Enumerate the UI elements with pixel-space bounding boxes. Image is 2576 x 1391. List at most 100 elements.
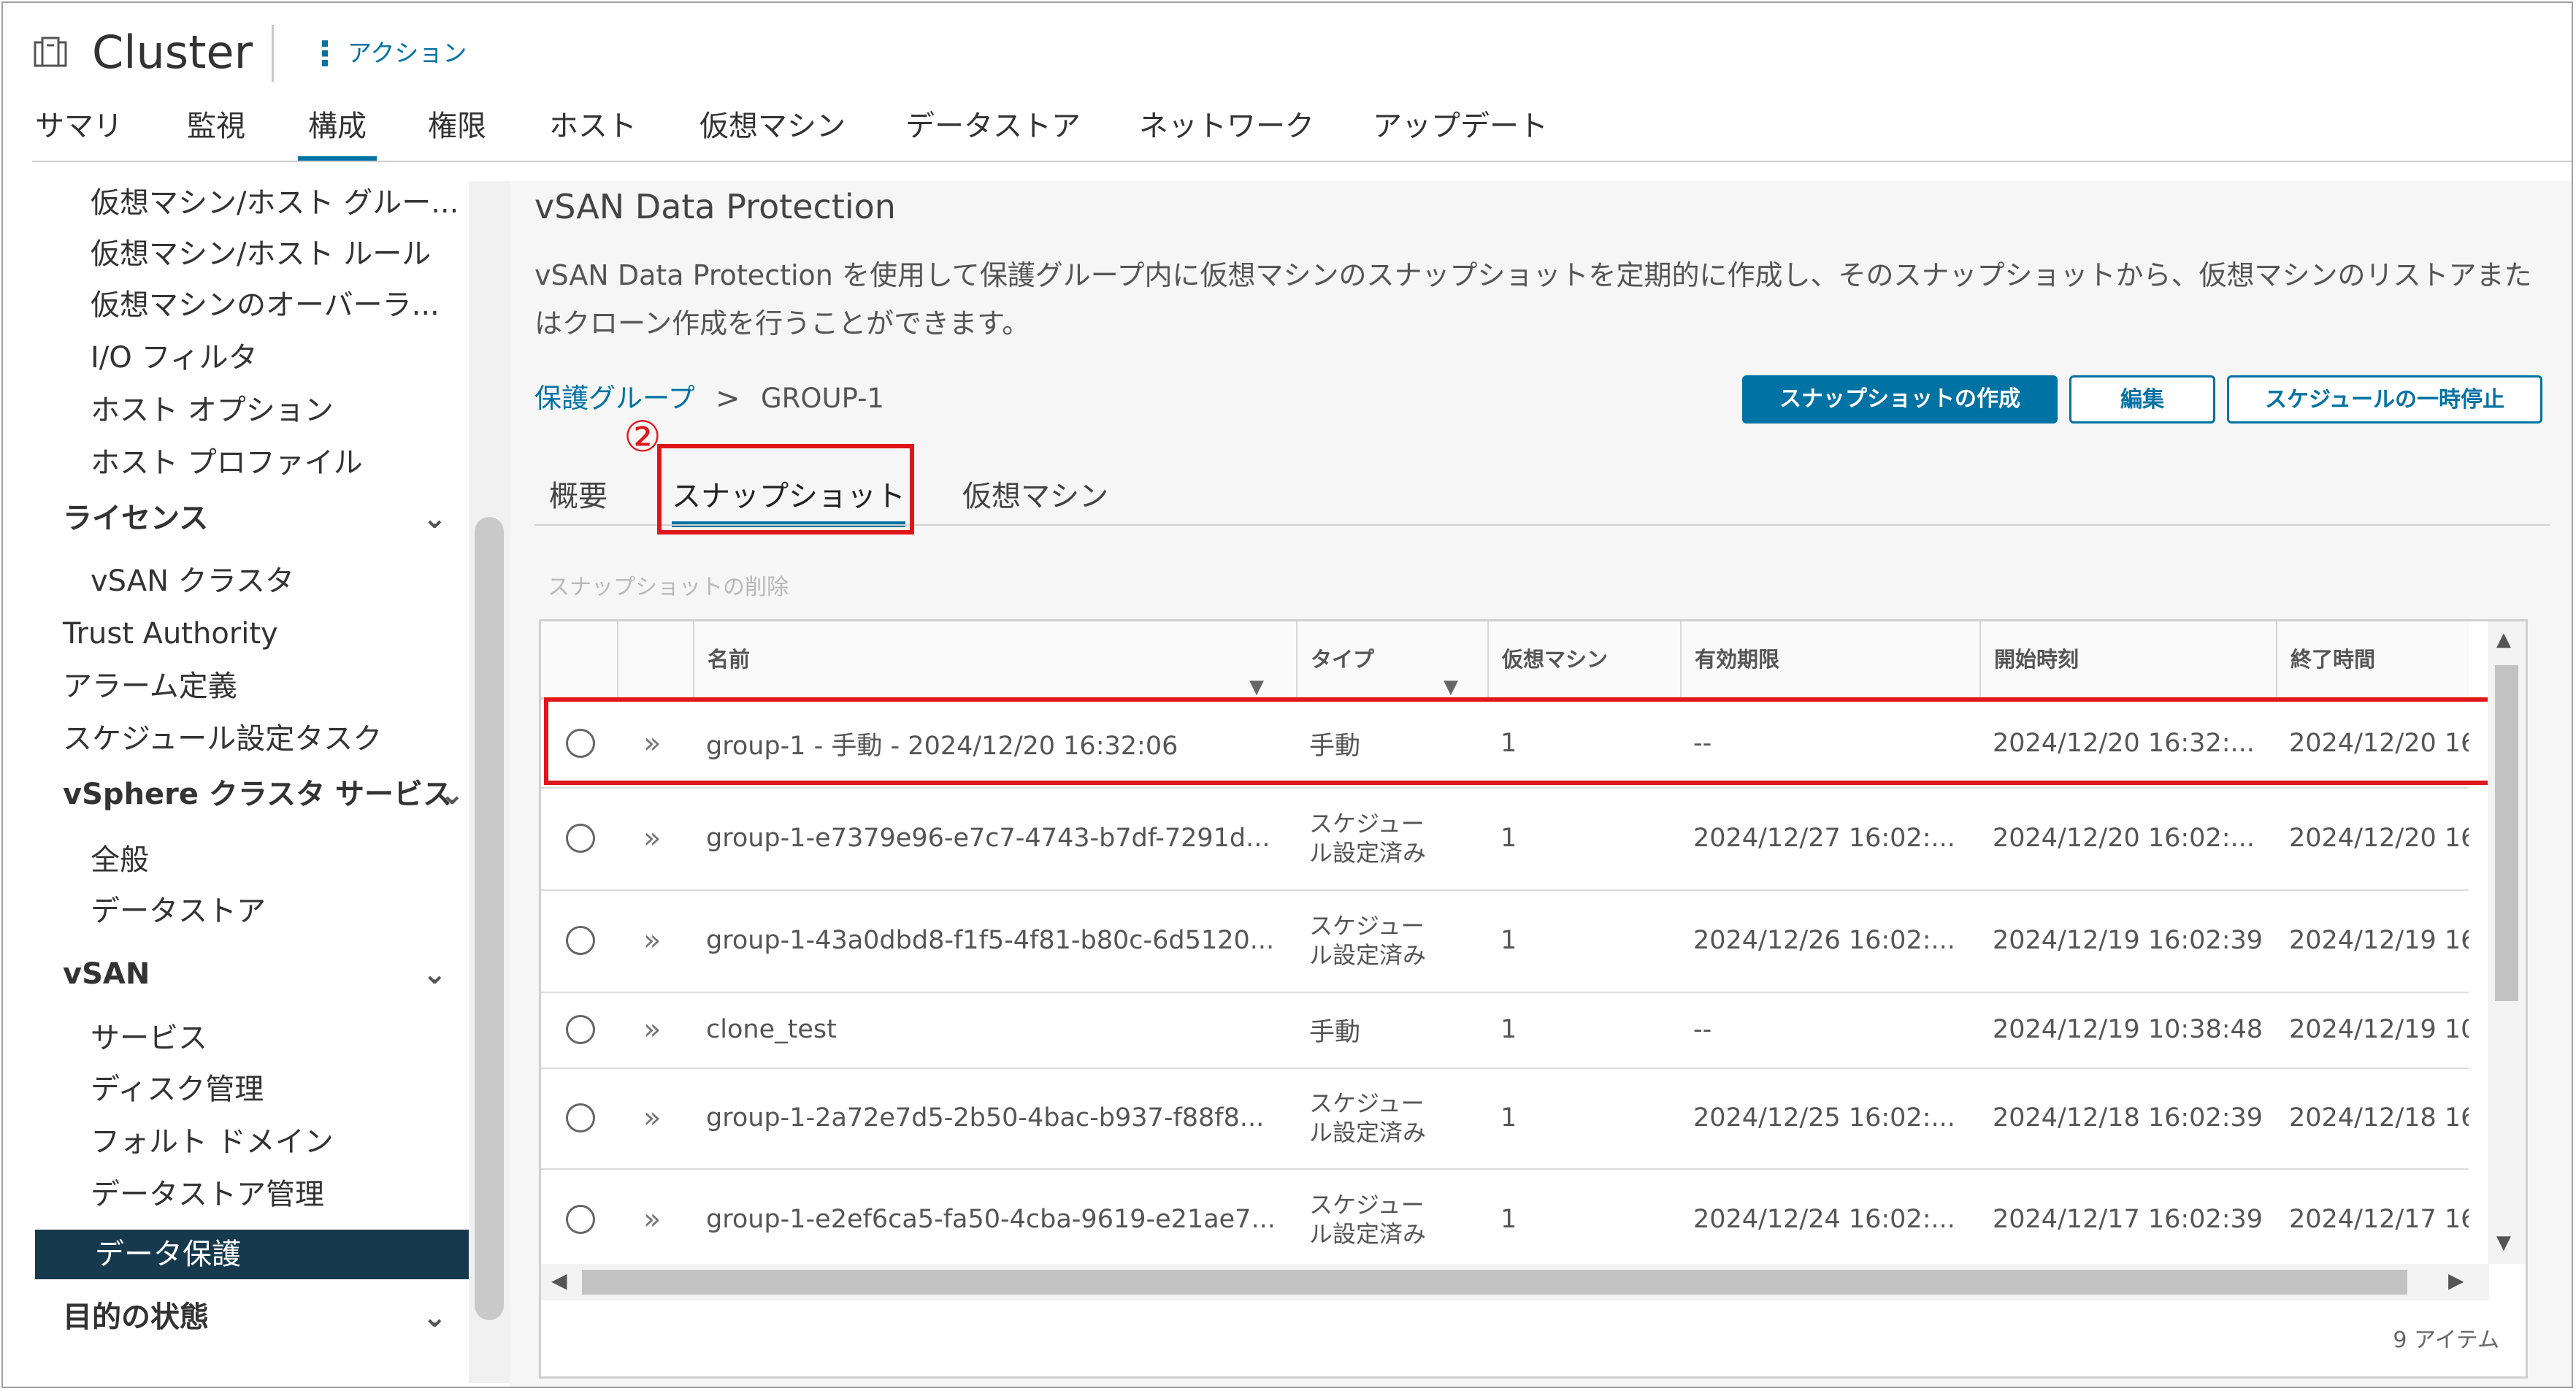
chevron-down-icon: ⌄ <box>440 778 464 811</box>
cell-name: group-1-43a0dbd8-f1f5-4f81-b80c-6d5120..… <box>706 926 1275 955</box>
sidebar-item-services[interactable]: サービス <box>31 1013 469 1063</box>
tab-permissions[interactable]: 権限 <box>428 104 486 149</box>
chevron-down-icon: ⌄ <box>422 1300 447 1334</box>
column-header-expires[interactable]: 有効期限 <box>1680 621 1979 697</box>
scroll-left-icon[interactable]: ◀ <box>551 1268 567 1292</box>
cell-expires: 2024/12/27 16:02:... <box>1693 824 1955 853</box>
sidebar-item-disk-management[interactable]: ディスク管理 <box>31 1065 469 1114</box>
sidebar-item-host-profile[interactable]: ホスト プロファイル <box>31 438 469 488</box>
radio-icon[interactable] <box>566 824 595 853</box>
nav-divider <box>32 161 2572 162</box>
sidebar: 仮想マシン/ホスト グルー... 仮想マシン/ホスト ルール 仮想マシンのオーバ… <box>31 178 469 1383</box>
sidebar-item-fault-domains[interactable]: フォルト ドメイン <box>31 1117 469 1167</box>
sidebar-item-data-protection[interactable]: データ保護 <box>35 1230 469 1279</box>
sidebar-item-host-options[interactable]: ホスト オプション <box>31 386 469 435</box>
tab-networks[interactable]: ネットワーク <box>1139 104 1314 149</box>
table-row[interactable]: » clone_test 手動 1 -- 2024/12/19 10:38:48… <box>541 992 2469 1069</box>
sidebar-item-vm-host-groups[interactable]: 仮想マシン/ホスト グルー... <box>31 178 469 228</box>
more-actions-icon[interactable]: ⋮ <box>308 35 342 72</box>
cell-vms: 1 <box>1500 1015 1517 1044</box>
sidebar-item-alarm-definitions[interactable]: アラーム定義 <box>31 662 469 711</box>
cell-type: 手動 <box>1309 1017 1361 1047</box>
scroll-up-icon[interactable]: ▲ <box>2496 629 2511 651</box>
section-description: vSAN Data Protection を使用して保護グループ内に仮想マシンの… <box>534 259 2532 340</box>
create-snapshot-button[interactable]: スナップショットの作成 <box>1742 375 2058 424</box>
sidebar-group-label: vSAN <box>63 957 150 991</box>
radio-icon[interactable] <box>566 926 595 955</box>
sidebar-item-vm-overrides[interactable]: 仮想マシンのオーバーラ... <box>31 280 469 330</box>
sidebar-item-io-filters[interactable]: I/O フィルタ <box>31 333 469 383</box>
table-row[interactable]: » group-1-43a0dbd8-f1f5-4f81-b80c-6d5120… <box>541 889 2469 993</box>
main-content: vSAN Data Protection vSAN Data Protectio… <box>510 181 2572 1387</box>
row-select-radio[interactable] <box>541 787 617 889</box>
table-row[interactable]: » group-1-e7379e96-e7c7-4743-b7df-7291d.… <box>541 787 2469 891</box>
sidebar-item-datastores[interactable]: データストア <box>31 886 469 936</box>
tab-summary[interactable]: サマリ <box>35 104 123 149</box>
tab-monitor[interactable]: 監視 <box>187 104 245 149</box>
cell-end: 2024/12/19 16:0 <box>2289 926 2469 955</box>
sidebar-group-licensing[interactable]: ライセンス ⌄ <box>31 494 469 543</box>
scroll-down-icon[interactable]: ▼ <box>2496 1232 2511 1254</box>
tab-updates[interactable]: アップデート <box>1373 104 1548 149</box>
cell-expires: -- <box>1693 1015 1712 1044</box>
sidebar-group-vsan[interactable]: vSAN ⌄ <box>31 949 469 999</box>
breadcrumb-protection-groups[interactable]: 保護グループ <box>534 377 695 421</box>
scroll-right-icon[interactable]: ▶ <box>2448 1268 2464 1292</box>
sidebar-scrollbar-thumb[interactable] <box>475 517 504 1320</box>
row-select-radio[interactable] <box>541 992 617 1068</box>
sidebar-item-trust-authority[interactable]: Trust Authority <box>31 609 469 659</box>
cell-end: 2024/12/19 10:3 <box>2289 1015 2469 1044</box>
cell-end: 2024/12/18 16:0 <box>2289 1103 2469 1133</box>
column-header-vms[interactable]: 仮想マシン <box>1487 621 1680 697</box>
row-select-radio[interactable] <box>541 1068 617 1168</box>
delete-snapshot-button[interactable]: スナップショットの削除 <box>548 570 789 606</box>
annotation-highlight-row <box>544 697 2492 785</box>
app-window: Cluster ⋮ アクション サマリ 監視 構成 権限 ホスト 仮想マシン デ… <box>1 1 2573 1388</box>
sidebar-item-general[interactable]: 全般 <box>31 835 469 885</box>
row-select-radio[interactable] <box>541 889 617 992</box>
row-select-radio[interactable] <box>541 1168 617 1271</box>
grid-vertical-scrollbar[interactable]: ▲ ▼ <box>2488 621 2526 1264</box>
sidebar-item-vm-host-rules[interactable]: 仮想マシン/ホスト ルール <box>31 229 469 279</box>
tab-hosts[interactable]: ホスト <box>549 104 637 149</box>
sidebar-group-desired-state[interactable]: 目的の状態 ⌄ <box>31 1292 469 1342</box>
sidebar-scrollbar[interactable] <box>469 181 510 1383</box>
cell-start: 2024/12/19 16:02:39 <box>1993 926 2263 955</box>
grid-horizontal-scrollbar-thumb[interactable] <box>582 1270 2407 1295</box>
cell-type: スケジュール設定済み <box>1309 912 1427 969</box>
sidebar-group-vsphere-cluster-services[interactable]: vSphere クラスタ サービス ⌄ <box>31 770 469 819</box>
cell-name: group-1-e7379e96-e7c7-4743-b7df-7291d... <box>706 824 1270 853</box>
radio-icon[interactable] <box>566 1015 595 1044</box>
row-expand-icon[interactable]: » <box>617 1168 693 1271</box>
table-row[interactable]: » group-1-2a72e7d5-2b50-4bac-b937-f88f8.… <box>541 1068 2469 1170</box>
tab-configure[interactable]: 構成 <box>298 104 377 162</box>
row-expand-icon[interactable]: » <box>617 1068 693 1168</box>
row-expand-icon[interactable]: » <box>617 787 693 889</box>
column-header-end[interactable]: 終了時間 <box>2276 621 2469 697</box>
sidebar-item-datastore-management[interactable]: データストア管理 <box>31 1170 469 1219</box>
tab-virtual-machines[interactable]: 仮想マシン <box>962 461 1108 532</box>
annotation-number: ② <box>624 412 662 461</box>
cell-end: 2024/12/20 16:0 <box>2289 824 2469 853</box>
cell-name: group-1-2a72e7d5-2b50-4bac-b937-f88f8... <box>706 1103 1265 1133</box>
radio-icon[interactable] <box>566 1205 595 1234</box>
column-header-start[interactable]: 開始時刻 <box>1979 621 2276 697</box>
tab-overview[interactable]: 概要 <box>549 461 607 532</box>
column-header-name[interactable]: 名前 ▼ <box>693 621 1296 698</box>
sidebar-group-label: ライセンス <box>63 502 209 535</box>
radio-icon[interactable] <box>566 1103 595 1133</box>
sidebar-item-vsan-cluster[interactable]: vSAN クラスタ <box>31 556 469 606</box>
edit-button[interactable]: 編集 <box>2069 375 2215 424</box>
column-header-type[interactable]: タイプ ▼ <box>1296 621 1487 698</box>
tab-datastores[interactable]: データストア <box>905 104 1081 149</box>
row-expand-icon[interactable]: » <box>617 992 693 1068</box>
actions-menu[interactable]: アクション <box>348 35 467 72</box>
row-expand-icon[interactable]: » <box>617 889 693 992</box>
tab-vms[interactable]: 仮想マシン <box>699 104 846 149</box>
grid-vertical-scrollbar-thumb[interactable] <box>2495 665 2518 1001</box>
pause-schedule-button[interactable]: スケジュールの一時停止 <box>2227 375 2542 424</box>
table-row[interactable]: » group-1-e2ef6ca5-fa50-4cba-9619-e21ae7… <box>541 1168 2469 1271</box>
sidebar-item-scheduled-tasks[interactable]: スケジュール設定タスク <box>31 714 469 764</box>
grid-horizontal-scrollbar[interactable]: ◀ ▶ <box>541 1264 2489 1300</box>
cell-start: 2024/12/18 16:02:39 <box>1993 1103 2263 1133</box>
